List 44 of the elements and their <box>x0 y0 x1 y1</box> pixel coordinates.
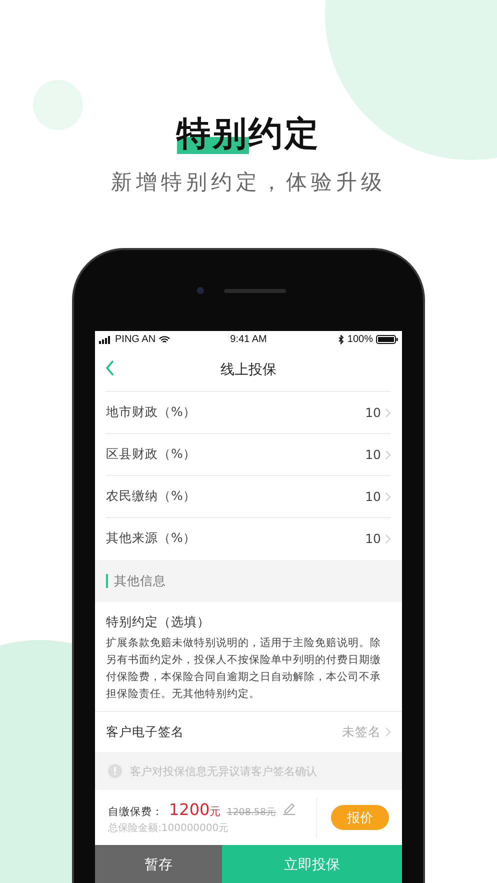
save-draft-button[interactable]: 暂存 <box>95 845 222 883</box>
battery-icon <box>376 335 398 344</box>
chevron-icon <box>385 450 391 460</box>
row-value: 10 <box>365 489 381 504</box>
list-row[interactable]: 其他来源（%） 10 <box>106 517 391 559</box>
pencil-icon[interactable] <box>282 802 296 815</box>
back-icon <box>105 360 115 376</box>
signature-row[interactable]: 客户电子签名 未签名 <box>95 712 402 752</box>
info-icon <box>108 764 122 778</box>
list-row[interactable]: 区县财政（%） 10 <box>106 433 391 475</box>
row-value: 10 <box>365 447 381 462</box>
chevron-icon <box>385 408 391 418</box>
original-price: 1208.58元 <box>226 806 276 819</box>
chevron-icon <box>385 534 391 544</box>
row-label: 农民缴纳（%） <box>106 488 196 505</box>
battery-percent: 100% <box>347 334 373 345</box>
row-value: 10 <box>365 405 381 420</box>
special-terms-text: 扩展条款免赔未做特别说明的，适用于主险免赔说明。除另有书面约定外，投保人不按保险单中列明的付费日期缴付保险费，本保险合同自逾期之日自动解除，本公司不承担保险责任。无其他特别约定。 <box>106 636 382 702</box>
row-value: 10 <box>365 531 381 546</box>
field-label: 特别约定（选填） <box>106 614 211 631</box>
list-row[interactable]: 地市财政（%） 10 <box>106 391 391 433</box>
camera-icon <box>197 287 204 294</box>
signal-icon <box>99 336 112 344</box>
premium-amount: 1200元 <box>169 800 221 819</box>
carrier-name: PING AN <box>115 334 156 345</box>
page-subtitle: 新增特别约定，体验升级 <box>111 169 386 196</box>
list-row[interactable]: 农民缴纳（%） 10 <box>106 475 391 517</box>
notice-text: 客户对投保信息无异议请客户签名确认 <box>130 764 317 778</box>
screen-title: 线上投保 <box>220 360 276 378</box>
signature-label: 客户电子签名 <box>106 724 184 740</box>
section-title: 其他信息 <box>114 572 166 590</box>
status-time: 9:41 AM <box>230 334 267 345</box>
row-label: 其他来源（%） <box>106 530 196 547</box>
accent-bar <box>106 574 108 588</box>
total-insured-amount: 总保险金额:100000000元 <box>108 822 230 835</box>
chevron-icon <box>385 492 391 502</box>
premium-label: 自缴保费： <box>108 805 163 819</box>
bluetooth-icon <box>338 334 344 344</box>
chevron-icon <box>385 727 391 737</box>
wifi-icon <box>158 336 170 344</box>
signature-status: 未签名 <box>342 724 381 740</box>
row-label: 区县财政（%） <box>106 446 196 463</box>
back-button[interactable] <box>105 360 115 376</box>
row-label: 地市财政（%） <box>106 404 196 421</box>
